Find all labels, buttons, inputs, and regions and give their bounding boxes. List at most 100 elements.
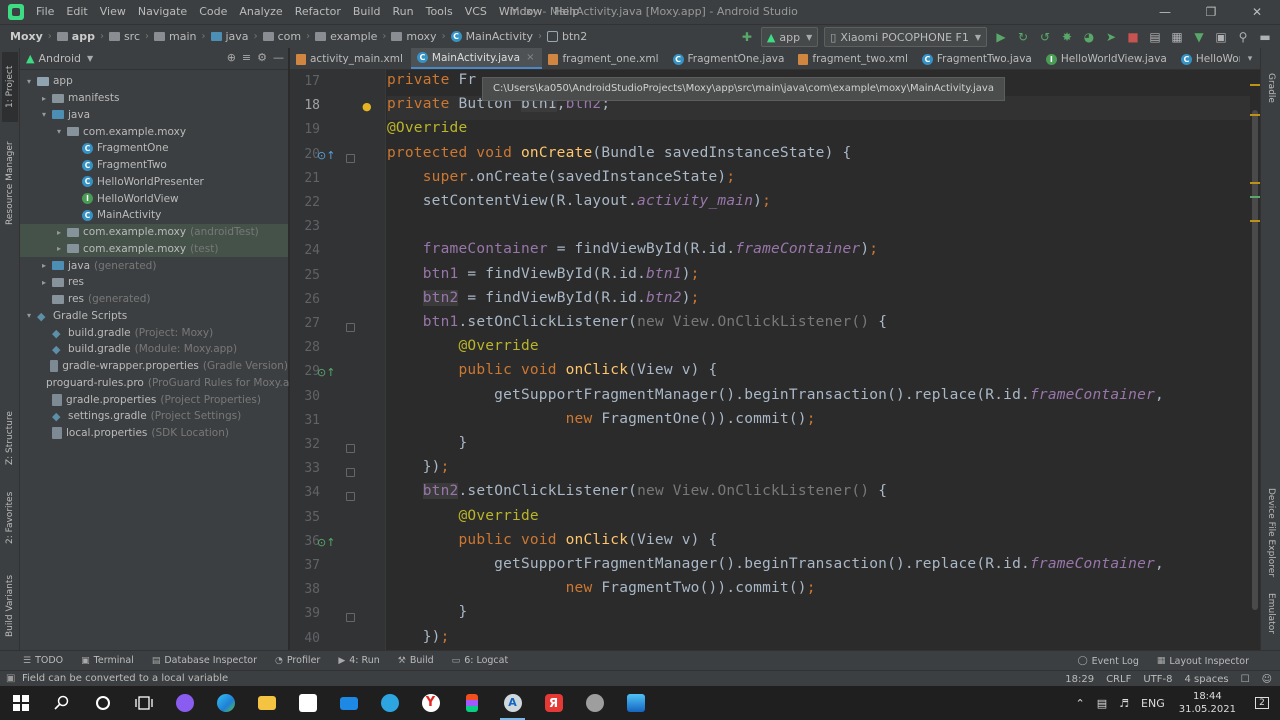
tool-window-layout-inspector[interactable]: ▦ Layout Inspector (1148, 656, 1258, 667)
tool-tab-emulator[interactable]: Emulator (1263, 588, 1279, 638)
tool-window-4-run[interactable]: ▶ 4: Run (329, 655, 388, 666)
tools-app-icon[interactable] (574, 686, 615, 720)
device-select[interactable]: ▯ Xiaomi POCOPHONE F1 ▼ (824, 27, 987, 47)
tree-item[interactable]: ◆ build.gradle (Module: Moxy.app) (20, 341, 288, 358)
project-structure-icon[interactable]: ▣ (1210, 26, 1232, 48)
menu-refactor[interactable]: Refactor (289, 0, 347, 24)
menu-build[interactable]: Build (347, 0, 387, 24)
editor-tab[interactable]: C MainActivity.java × (410, 48, 543, 69)
warning-marker[interactable] (1250, 84, 1260, 86)
menu-navigate[interactable]: Navigate (132, 0, 193, 24)
network-icon[interactable]: ▤ (1091, 697, 1113, 710)
breadcrumb-moxy[interactable]: moxy (389, 30, 438, 43)
tree-item[interactable]: ▸ java (generated) (20, 257, 288, 274)
apply-code-changes-icon[interactable]: ↺ (1034, 26, 1056, 48)
tree-item[interactable]: C MainActivity (20, 207, 288, 224)
close-tab-icon[interactable]: × (526, 52, 534, 63)
tree-item[interactable]: ▸ manifests (20, 90, 288, 107)
inspector-icon[interactable]: ☺ (1262, 674, 1272, 685)
volume-icon[interactable]: ♬ (1113, 697, 1135, 710)
editor-vertical-scrollbar[interactable] (1250, 70, 1260, 650)
file-explorer-icon[interactable] (246, 686, 287, 720)
collapsed-arrow-icon[interactable]: ▸ (39, 261, 49, 270)
menu-vcs[interactable]: VCS (459, 0, 493, 24)
toggle-tool-windows-icon[interactable]: ▣ (6, 673, 15, 684)
windows-start-icon[interactable] (0, 686, 41, 720)
expanded-arrow-icon[interactable]: ▾ (24, 311, 34, 320)
sync-project-icon[interactable]: ▤ (1144, 26, 1166, 48)
tree-item[interactable]: I HelloWorldView (20, 190, 288, 207)
sdk-manager-icon[interactable]: ▼ (1188, 26, 1210, 48)
tool-tab-device-file-explorer[interactable]: Device File Explorer (1263, 488, 1279, 578)
collapsed-arrow-icon[interactable]: ▸ (54, 244, 64, 253)
gear-icon[interactable]: ⚙ (257, 51, 267, 64)
tree-item[interactable]: ▸ com.example.moxy (androidTest) (20, 223, 288, 241)
menu-analyze[interactable]: Analyze (233, 0, 288, 24)
tool-tab-build-variants[interactable]: Build Variants (2, 568, 18, 643)
tool-window-database-inspector[interactable]: ▤ Database Inspector (143, 655, 266, 666)
tabs-overflow-chevron-icon[interactable]: ▾ (1240, 48, 1260, 69)
collapsed-arrow-icon[interactable]: ▸ (39, 94, 49, 103)
language-indicator[interactable]: ENG (1135, 697, 1171, 710)
minimize-icon[interactable]: — (1142, 0, 1188, 24)
photos-icon[interactable] (615, 686, 656, 720)
tool-window-todo[interactable]: ☰ TODO (14, 655, 72, 666)
editor-tab[interactable]: fragment_one.xml (542, 48, 666, 69)
edge-browser-icon[interactable] (205, 686, 246, 720)
warning-marker[interactable] (1250, 182, 1260, 184)
caret-position[interactable]: 18:29 (1065, 674, 1094, 685)
collapse-all-icon[interactable]: ≡ (242, 51, 251, 64)
alice-assistant-icon[interactable] (164, 686, 205, 720)
tree-item[interactable]: ◆ settings.gradle (Project Settings) (20, 408, 288, 425)
tree-item[interactable]: ▾ com.example.moxy (20, 123, 288, 140)
menu-edit[interactable]: Edit (60, 0, 93, 24)
tool-tab-resource-manager[interactable]: Resource Manager (2, 128, 18, 238)
apply-changes-icon[interactable]: ↻ (1012, 26, 1034, 48)
editor-tab[interactable]: fragment_two.xml (792, 48, 915, 69)
search-everywhere-icon[interactable]: ⚲ (1232, 26, 1254, 48)
tree-item[interactable]: C FragmentTwo (20, 157, 288, 174)
tool-tab-favorites[interactable]: 2: Favorites (2, 488, 18, 548)
implement-method-icon[interactable]: ⊙↑ (317, 536, 335, 549)
collapsed-arrow-icon[interactable]: ▸ (54, 228, 64, 237)
menu-tools[interactable]: Tools (420, 0, 459, 24)
microsoft-store-icon[interactable] (287, 686, 328, 720)
breadcrumb-java[interactable]: java (209, 30, 251, 43)
tree-item[interactable]: ▸ res (20, 274, 288, 291)
menu-code[interactable]: Code (193, 0, 233, 24)
file-encoding[interactable]: UTF-8 (1143, 674, 1172, 685)
tree-item[interactable]: ▾ app (20, 73, 288, 90)
tree-item[interactable]: ◆ build.gradle (Project: Moxy) (20, 324, 288, 341)
line-ending[interactable]: CRLF (1106, 674, 1131, 685)
breadcrumb-project[interactable]: Moxy (8, 30, 45, 43)
search-icon[interactable] (41, 686, 82, 720)
tool-window-terminal[interactable]: ▣ Terminal (72, 655, 143, 666)
tool-window-build[interactable]: ⚒ Build (389, 655, 443, 666)
tree-item[interactable]: proguard-rules.pro (ProGuard Rules for Mo… (20, 375, 307, 392)
profile-icon[interactable]: ◕ (1078, 26, 1100, 48)
editor-tab[interactable]: activity_main.xml (290, 48, 411, 69)
tree-item[interactable]: C FragmentOne (20, 140, 288, 157)
tree-item[interactable]: ▸ com.example.moxy (test) (20, 240, 288, 258)
tree-item[interactable]: gradle-wrapper.properties (Gradle Version… (20, 358, 288, 375)
menu-view[interactable]: View (94, 0, 132, 24)
fold-marker-icon[interactable] (346, 153, 355, 163)
locate-file-icon[interactable]: ⊕ (227, 51, 236, 64)
expanded-arrow-icon[interactable]: ▾ (54, 127, 64, 136)
telegram-icon[interactable] (369, 686, 410, 720)
tool-window-profiler[interactable]: ◔ Profiler (266, 655, 329, 666)
android-studio-taskbar-icon[interactable]: A (492, 686, 533, 720)
tree-item[interactable]: local.properties (SDK Location) (20, 425, 288, 442)
clock[interactable]: 18:44 31.05.2021 (1171, 690, 1244, 716)
run-icon[interactable]: ▶ (990, 26, 1012, 48)
maximize-icon[interactable]: ❐ (1188, 0, 1234, 24)
hide-toolbar-icon[interactable]: ▬ (1254, 26, 1276, 48)
editor-tab[interactable]: C FragmentTwo.java (916, 48, 1040, 69)
tool-tab-project[interactable]: 1: Project (2, 52, 18, 122)
stop-icon[interactable]: ■ (1122, 26, 1144, 48)
hide-panel-icon[interactable]: — (273, 51, 284, 64)
cortana-icon[interactable] (82, 686, 123, 720)
close-icon[interactable]: ✕ (1234, 0, 1280, 24)
breadcrumb-main[interactable]: main (152, 30, 198, 43)
fold-marker-icon[interactable] (346, 492, 355, 502)
